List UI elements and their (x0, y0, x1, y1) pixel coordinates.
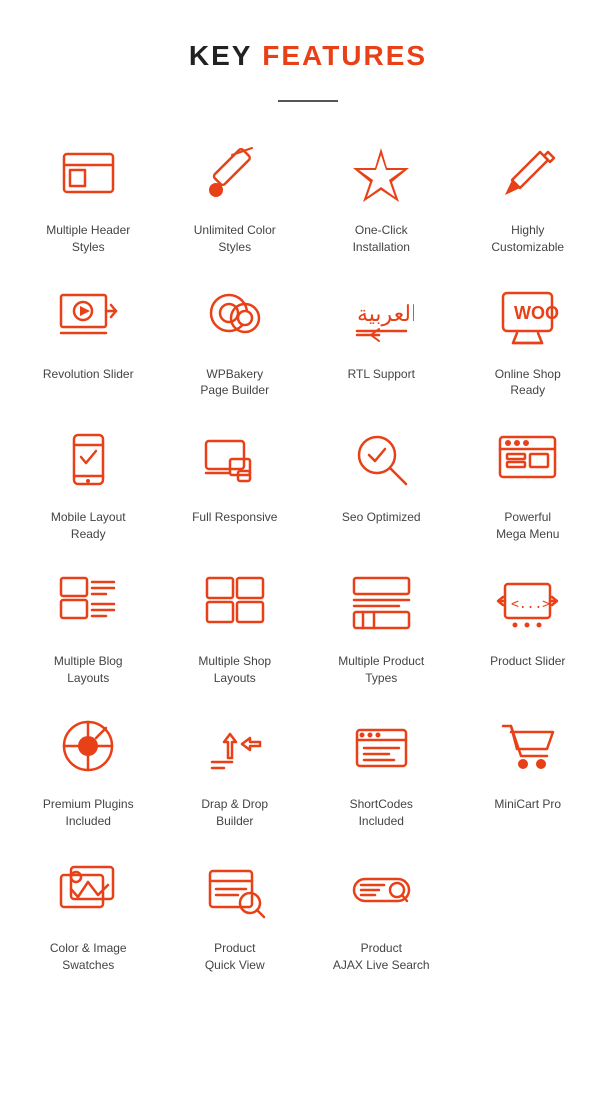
feature-label: Unlimited ColorStyles (194, 222, 276, 256)
feature-label: Seo Optimized (342, 509, 421, 526)
feature-drag-drop-builder: Drap & DropBuilder (167, 706, 304, 830)
feature-product-quick-view: ProductQuick View (167, 850, 304, 974)
title-key: KEY (189, 40, 253, 71)
feature-multiple-blog-layouts: Multiple BlogLayouts (20, 563, 157, 687)
feature-label: Multiple ShopLayouts (198, 653, 271, 687)
svg-text:العربية: العربية (357, 301, 414, 327)
feature-seo-optimized: Seo Optimized (313, 419, 450, 543)
feature-online-shop-ready: WOO Online ShopReady (460, 276, 597, 400)
feature-label: RTL Support (348, 366, 415, 383)
highly-customizable-icon (488, 132, 568, 212)
svg-text:<...>: <...> (511, 597, 550, 612)
feature-label: Multiple ProductTypes (338, 653, 424, 687)
feature-rtl-support: العربية RTL Support (313, 276, 450, 400)
feature-label: HighlyCustomizable (491, 222, 564, 256)
feature-highly-customizable: HighlyCustomizable (460, 132, 597, 256)
feature-multiple-product-types: Multiple ProductTypes (313, 563, 450, 687)
shortcodes-included-icon (341, 706, 421, 786)
product-quick-view-icon (195, 850, 275, 930)
feature-label: Online ShopReady (495, 366, 561, 400)
feature-full-responsive: Full Responsive (167, 419, 304, 543)
product-slider-icon: <...> (488, 563, 568, 643)
feature-product-ajax-live-search: ProductAJAX Live Search (313, 850, 450, 974)
color-image-swatches-icon (48, 850, 128, 930)
feature-label: ProductAJAX Live Search (333, 940, 430, 974)
feature-label: WPBakeryPage Builder (200, 366, 269, 400)
feature-minicart-pro: MiniCart Pro (460, 706, 597, 830)
feature-mobile-layout-ready: Mobile LayoutReady (20, 419, 157, 543)
feature-revolution-slider: Revolution Slider (20, 276, 157, 400)
feature-shortcodes-included: ShortCodesIncluded (313, 706, 450, 830)
feature-label: Premium PluginsIncluded (43, 796, 134, 830)
feature-label: Revolution Slider (43, 366, 134, 383)
title-underline (278, 100, 338, 102)
feature-label: One-ClickInstallation (353, 222, 410, 256)
multiple-header-styles-icon (48, 132, 128, 212)
feature-label: Color & ImageSwatches (50, 940, 127, 974)
multiple-shop-layouts-icon (195, 563, 275, 643)
feature-label: Full Responsive (192, 509, 277, 526)
powerful-mega-menu-icon (488, 419, 568, 499)
svg-text:WOO: WOO (514, 303, 559, 323)
page-title: KEY FEATURES (0, 0, 616, 92)
wpbakery-page-builder-icon (195, 276, 275, 356)
mobile-layout-ready-icon (48, 419, 128, 499)
feature-label: PowerfulMega Menu (496, 509, 559, 543)
drag-drop-builder-icon (195, 706, 275, 786)
seo-optimized-icon (341, 419, 421, 499)
multiple-blog-layouts-icon (48, 563, 128, 643)
rtl-support-icon: العربية (341, 276, 421, 356)
feature-label: ProductQuick View (205, 940, 265, 974)
feature-label: MiniCart Pro (494, 796, 561, 813)
feature-label: Multiple BlogLayouts (54, 653, 123, 687)
feature-unlimited-color-styles: Unlimited ColorStyles (167, 132, 304, 256)
feature-label: Product Slider (490, 653, 565, 670)
multiple-product-types-icon (341, 563, 421, 643)
feature-label: Mobile LayoutReady (51, 509, 126, 543)
revolution-slider-icon (48, 276, 128, 356)
full-responsive-icon (195, 419, 275, 499)
feature-wpbakery-page-builder: WPBakeryPage Builder (167, 276, 304, 400)
title-features: FEATURES (262, 40, 427, 71)
product-ajax-live-search-icon (341, 850, 421, 930)
feature-label: Multiple HeaderStyles (46, 222, 130, 256)
feature-label: Drap & DropBuilder (201, 796, 268, 830)
one-click-installation-icon (341, 132, 421, 212)
feature-one-click-installation: One-ClickInstallation (313, 132, 450, 256)
feature-multiple-header-styles: Multiple HeaderStyles (20, 132, 157, 256)
premium-plugins-included-icon (48, 706, 128, 786)
minicart-pro-icon (488, 706, 568, 786)
feature-product-slider: <...> Product Slider (460, 563, 597, 687)
feature-powerful-mega-menu: PowerfulMega Menu (460, 419, 597, 543)
feature-color-image-swatches: Color & ImageSwatches (20, 850, 157, 974)
feature-multiple-shop-layouts: Multiple ShopLayouts (167, 563, 304, 687)
feature-premium-plugins-included: Premium PluginsIncluded (20, 706, 157, 830)
feature-label: ShortCodesIncluded (350, 796, 413, 830)
online-shop-ready-icon: WOO (488, 276, 568, 356)
unlimited-color-styles-icon (195, 132, 275, 212)
features-grid: Multiple HeaderStyles Unlimited ColorSty… (0, 132, 616, 1014)
